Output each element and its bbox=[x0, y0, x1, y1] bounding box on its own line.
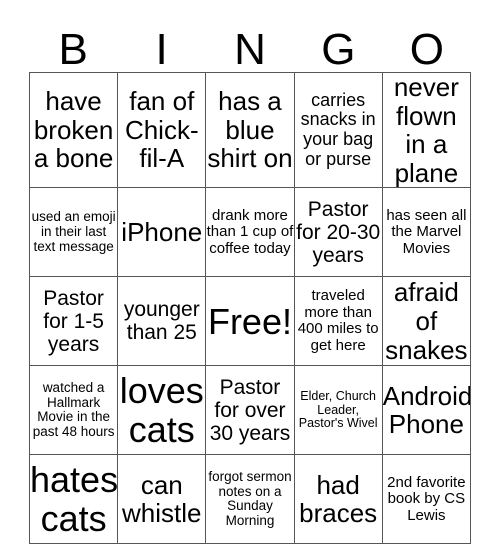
bingo-cell[interactable]: watched a Hallmark Movie in the past 48 … bbox=[28, 365, 119, 456]
header-letter-o: O bbox=[409, 25, 444, 74]
grid-row: hates cats can whistle forgot sermon not… bbox=[28, 454, 472, 544]
bingo-cell[interactable]: has seen all the Marvel Movies bbox=[381, 187, 472, 278]
bingo-cell[interactable]: afraid of snakes bbox=[381, 276, 472, 367]
bingo-grid: have broken a bone fan of Chick-fil-A ha… bbox=[28, 71, 472, 544]
bingo-cell[interactable]: never flown in a plane bbox=[381, 71, 472, 189]
header-letter-b: B bbox=[58, 25, 88, 74]
bingo-cell[interactable]: iPhone bbox=[117, 187, 207, 278]
bingo-cell[interactable]: 2nd favorite book by CS Lewis bbox=[381, 454, 472, 544]
grid-row: watched a Hallmark Movie in the past 48 … bbox=[28, 365, 472, 456]
bingo-cell[interactable]: had braces bbox=[293, 454, 383, 544]
bingo-cell[interactable]: has a blue shirt on bbox=[205, 71, 295, 189]
header-letter-g: G bbox=[321, 25, 356, 74]
bingo-cell[interactable]: fan of Chick-fil-A bbox=[117, 71, 207, 189]
header-letter-i: I bbox=[155, 25, 168, 74]
bingo-cell[interactable]: Pastor for 20-30 years bbox=[293, 187, 383, 278]
bingo-cell[interactable]: used an emoji in their last text message bbox=[28, 187, 119, 278]
bingo-cell[interactable]: Pastor for over 30 years bbox=[205, 365, 295, 456]
bingo-cell[interactable]: drank more than 1 cup of coffee today bbox=[205, 187, 295, 278]
bingo-cell[interactable]: hates cats bbox=[28, 454, 119, 544]
bingo-cell[interactable]: carries snacks in your bag or purse bbox=[293, 71, 383, 189]
bingo-cell[interactable]: have broken a bone bbox=[28, 71, 119, 189]
bingo-cell[interactable]: Pastor for 1-5 years bbox=[28, 276, 119, 367]
bingo-cell[interactable]: forgot sermon notes on a Sunday Morning bbox=[205, 454, 295, 544]
header-letter-n: N bbox=[234, 25, 266, 74]
grid-row: Pastor for 1-5 years younger than 25 Fre… bbox=[28, 276, 472, 367]
bingo-cell[interactable]: traveled more than 400 miles to get here bbox=[293, 276, 383, 367]
bingo-cell[interactable]: loves cats bbox=[117, 365, 207, 456]
bingo-cell[interactable]: Elder, Church Leader, Pastor's Wivel bbox=[293, 365, 383, 456]
bingo-header: B I N G O bbox=[29, 28, 471, 72]
grid-row: have broken a bone fan of Chick-fil-A ha… bbox=[28, 71, 472, 189]
bingo-cell[interactable]: can whistle bbox=[117, 454, 207, 544]
bingo-cell[interactable]: younger than 25 bbox=[117, 276, 207, 367]
grid-row: used an emoji in their last text message… bbox=[28, 187, 472, 278]
bingo-cell[interactable]: Android Phone bbox=[381, 365, 472, 456]
free-space[interactable]: Free! bbox=[205, 276, 295, 367]
